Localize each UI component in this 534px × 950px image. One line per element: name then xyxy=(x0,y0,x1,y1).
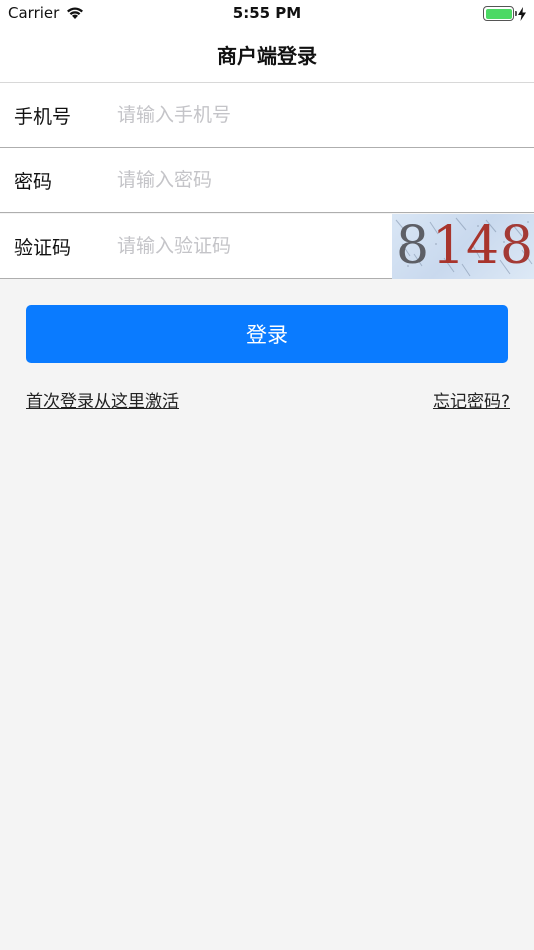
status-bar: Carrier 5:55 PM xyxy=(0,0,534,28)
phone-row: 手机号 xyxy=(0,83,534,148)
captcha-row: 验证码 请输入验证码 8 1 4 8 xyxy=(0,214,534,279)
password-label: 密码 xyxy=(14,171,53,193)
battery-indicator xyxy=(483,6,526,21)
charging-icon xyxy=(518,6,526,21)
login-button[interactable]: 登录 xyxy=(26,305,508,363)
phone-label: 手机号 xyxy=(14,106,72,128)
captcha-digit: 8 xyxy=(500,216,534,276)
forgot-password-link[interactable]: 忘记密码? xyxy=(433,387,510,412)
captcha-label: 验证码 xyxy=(14,237,72,259)
battery-level xyxy=(485,8,512,19)
first-login-activate-link[interactable]: 首次登录从这里激活 xyxy=(26,387,179,412)
phone-input[interactable] xyxy=(117,97,377,133)
captcha-digit: 1 xyxy=(432,216,466,276)
password-row: 密码 xyxy=(0,148,534,213)
captcha-image[interactable]: 8 1 4 8 xyxy=(392,214,534,279)
captcha-digit: 4 xyxy=(466,216,500,276)
captcha-digit: 8 xyxy=(396,216,430,276)
battery-icon xyxy=(483,6,517,21)
page-title: 商户端登录 xyxy=(217,44,317,68)
navigation-bar: 商户端登录 xyxy=(0,28,534,83)
password-input[interactable] xyxy=(117,162,377,198)
captcha-input[interactable] xyxy=(117,228,367,264)
status-time: 5:55 PM xyxy=(232,4,302,22)
